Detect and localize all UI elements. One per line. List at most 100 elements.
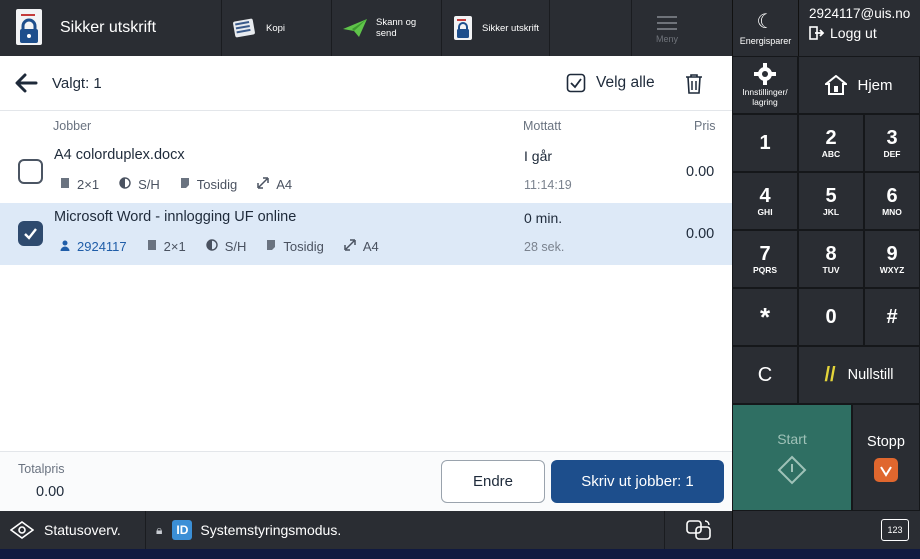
key-letters: TUV <box>822 264 840 275</box>
total-price-label: Totalpris <box>18 462 65 476</box>
key-digit: 0 <box>825 306 837 328</box>
menu-button[interactable]: Meny <box>632 0 702 56</box>
key-star[interactable]: * <box>732 288 798 346</box>
energy-saver-button[interactable]: ☾ Energisparer <box>733 0 799 56</box>
stop-icon <box>874 457 898 482</box>
arrow-left-icon <box>15 73 38 93</box>
color-mode-icon <box>119 177 131 192</box>
column-headers: Jobber Mottatt Pris <box>0 111 732 141</box>
key-digit: 6 <box>886 184 898 207</box>
status-eye-icon <box>10 521 34 539</box>
shortcut-copy-label: Kopi <box>266 22 286 34</box>
shortcut-empty-slot <box>550 0 632 56</box>
layout-value: 2×1 <box>77 177 100 192</box>
key-letters: GHI <box>757 206 773 217</box>
key-0[interactable]: 0 <box>798 288 864 346</box>
key-digit: # <box>886 306 898 328</box>
key-digit: 1 <box>759 131 771 154</box>
gear-icon <box>754 63 776 85</box>
key-7[interactable]: 7 PQRS <box>732 230 798 288</box>
logout-button[interactable]: Logg ut <box>809 25 910 41</box>
key-letters: MNO <box>882 206 902 217</box>
stop-button[interactable]: Stopp <box>852 404 920 511</box>
job-row-selected[interactable]: Microsoft Word - innlogging UF online 29… <box>0 203 732 265</box>
job-price: 0.00 <box>686 164 715 180</box>
settings-button[interactable]: Innstillinger/ lagring <box>732 56 798 114</box>
delete-button[interactable] <box>684 73 704 100</box>
shortcut-scan-send[interactable]: Skann og send <box>332 0 442 56</box>
paper-value: A4 <box>276 177 293 192</box>
key-digit: 8 <box>825 242 837 265</box>
key-5[interactable]: 5 JKL <box>798 172 864 230</box>
column-received: Mottatt <box>523 119 562 133</box>
footer-bar: Totalpris 0.00 Endre Skriv ut jobber: 1 <box>0 451 732 511</box>
job-checkbox[interactable] <box>18 159 43 184</box>
selection-header: Valgt: 1 Velg alle <box>0 56 732 111</box>
key-9[interactable]: 9 WXYZ <box>864 230 920 288</box>
keypad-panel: Innstillinger/ lagring Hjem 1 2 ABC 3 DE… <box>732 56 920 511</box>
clear-label: C <box>757 364 773 386</box>
select-all-button[interactable]: Velg alle <box>566 73 655 93</box>
paper-size-icon <box>344 239 356 254</box>
status-overview-button[interactable]: Statusoverv. <box>0 511 146 549</box>
copy-icon <box>233 18 255 38</box>
key-8[interactable]: 8 TUV <box>798 230 864 288</box>
shortcut-scan-send-label: Skann og send <box>376 17 417 39</box>
app-header: Sikker utskrift <box>0 0 222 56</box>
key-3[interactable]: 3 DEF <box>864 114 920 172</box>
back-button[interactable] <box>0 56 52 111</box>
key-letters: ABC <box>821 148 841 159</box>
home-icon <box>825 75 848 95</box>
key-digit: 4 <box>759 184 771 207</box>
shortcut-secure-print[interactable]: Sikker utskrift <box>442 0 550 56</box>
logout-label: Logg ut <box>830 25 877 41</box>
start-button[interactable]: Start <box>732 404 852 511</box>
energy-saver-label: Energisparer <box>739 35 792 46</box>
job-price: 0.00 <box>686 226 715 242</box>
reset-label: Nullstill <box>847 367 894 383</box>
screen-switch-icon <box>685 520 711 540</box>
page-layout-icon <box>60 177 70 192</box>
received-day: I går <box>524 148 553 164</box>
key-digit: 9 <box>886 242 898 265</box>
shortcut-copy[interactable]: Kopi <box>222 0 332 56</box>
shortcut-secure-print-label: Sikker utskrift <box>482 22 540 34</box>
total-price-value: 0.00 <box>36 484 65 500</box>
home-button[interactable]: Hjem <box>798 56 920 114</box>
key-1[interactable]: 1 <box>732 114 798 172</box>
layout-value: 2×1 <box>163 239 186 254</box>
id-badge: ID <box>172 520 193 540</box>
key-letters: PQRS <box>752 264 778 275</box>
key-letters: JKL <box>822 206 840 217</box>
job-checkbox-checked[interactable] <box>18 221 43 246</box>
key-6[interactable]: 6 MNO <box>864 172 920 230</box>
clear-button[interactable]: C <box>732 346 798 404</box>
column-jobs: Jobber <box>53 119 92 133</box>
user-id: 2924117@uis.no <box>809 6 911 21</box>
settings-label: Innstillinger/ lagring <box>742 87 788 107</box>
bottom-strip <box>0 549 920 559</box>
key-hash[interactable]: # <box>864 288 920 346</box>
page-layout-icon <box>147 239 157 254</box>
secure-print-icon <box>454 16 472 40</box>
moon-icon: ☾ <box>756 10 775 33</box>
key-2[interactable]: 2 ABC <box>798 114 864 172</box>
screen-switch-button[interactable] <box>664 511 732 549</box>
select-all-label: Velg alle <box>596 74 655 91</box>
logout-icon <box>809 26 825 40</box>
paper-attr: A4 <box>257 177 292 192</box>
right-top-panel: ☾ Energisparer 2924117@uis.no Logg ut <box>732 0 920 56</box>
print-jobs-button[interactable]: Skriv ut jobber: 1 <box>551 460 724 503</box>
job-row[interactable]: A4 colorduplex.docx 2×1 S/H Tosidig A4 I… <box>0 141 732 203</box>
system-mode-info: 🔒︎ ID Systemstyringsmodus. <box>156 511 341 549</box>
key-letters: DEF <box>883 148 901 159</box>
edit-button[interactable]: Endre <box>441 460 545 503</box>
job-list-panel: Valgt: 1 Velg alle Jobber Mottatt Pris A… <box>0 56 732 511</box>
checkbox-check-icon <box>566 73 586 93</box>
column-price: Pris <box>694 119 716 133</box>
reset-button[interactable]: // Nullstill <box>798 346 920 404</box>
key-digit: 5 <box>825 184 837 207</box>
key-4[interactable]: 4 GHI <box>732 172 798 230</box>
keyboard-button[interactable]: 123 <box>881 519 909 541</box>
paper-attr: A4 <box>344 239 379 254</box>
